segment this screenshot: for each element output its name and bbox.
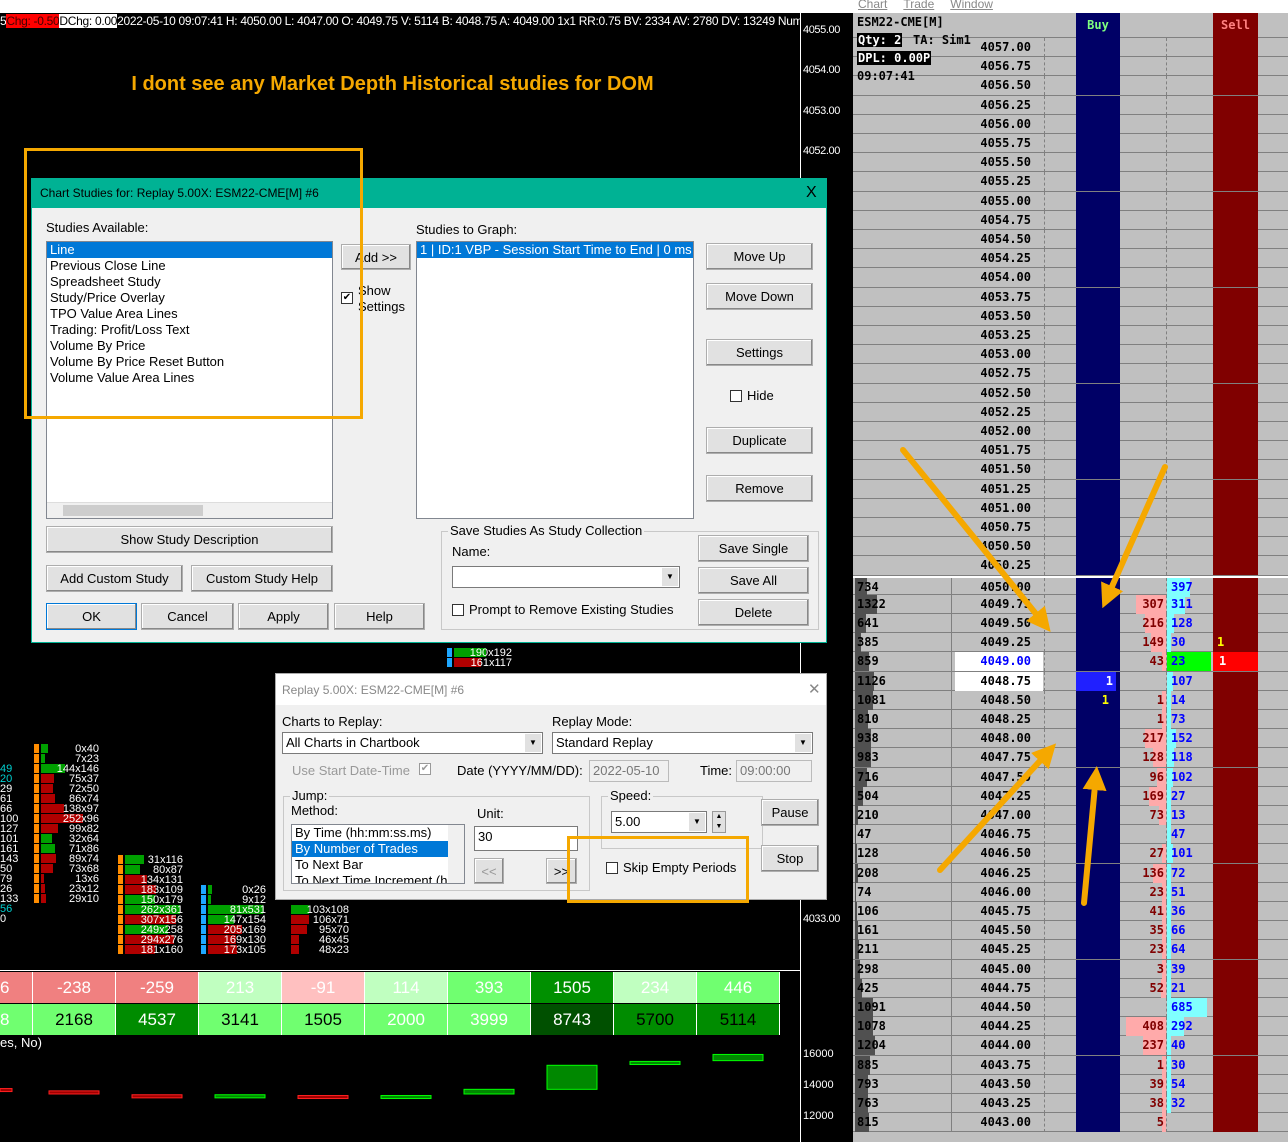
- arrow-1: [900, 447, 1051, 632]
- arrow-3: [937, 743, 1057, 873]
- arrow-2: [1101, 464, 1168, 609]
- arrow-4: [1081, 766, 1107, 906]
- annotation-arrows: [900, 447, 1168, 906]
